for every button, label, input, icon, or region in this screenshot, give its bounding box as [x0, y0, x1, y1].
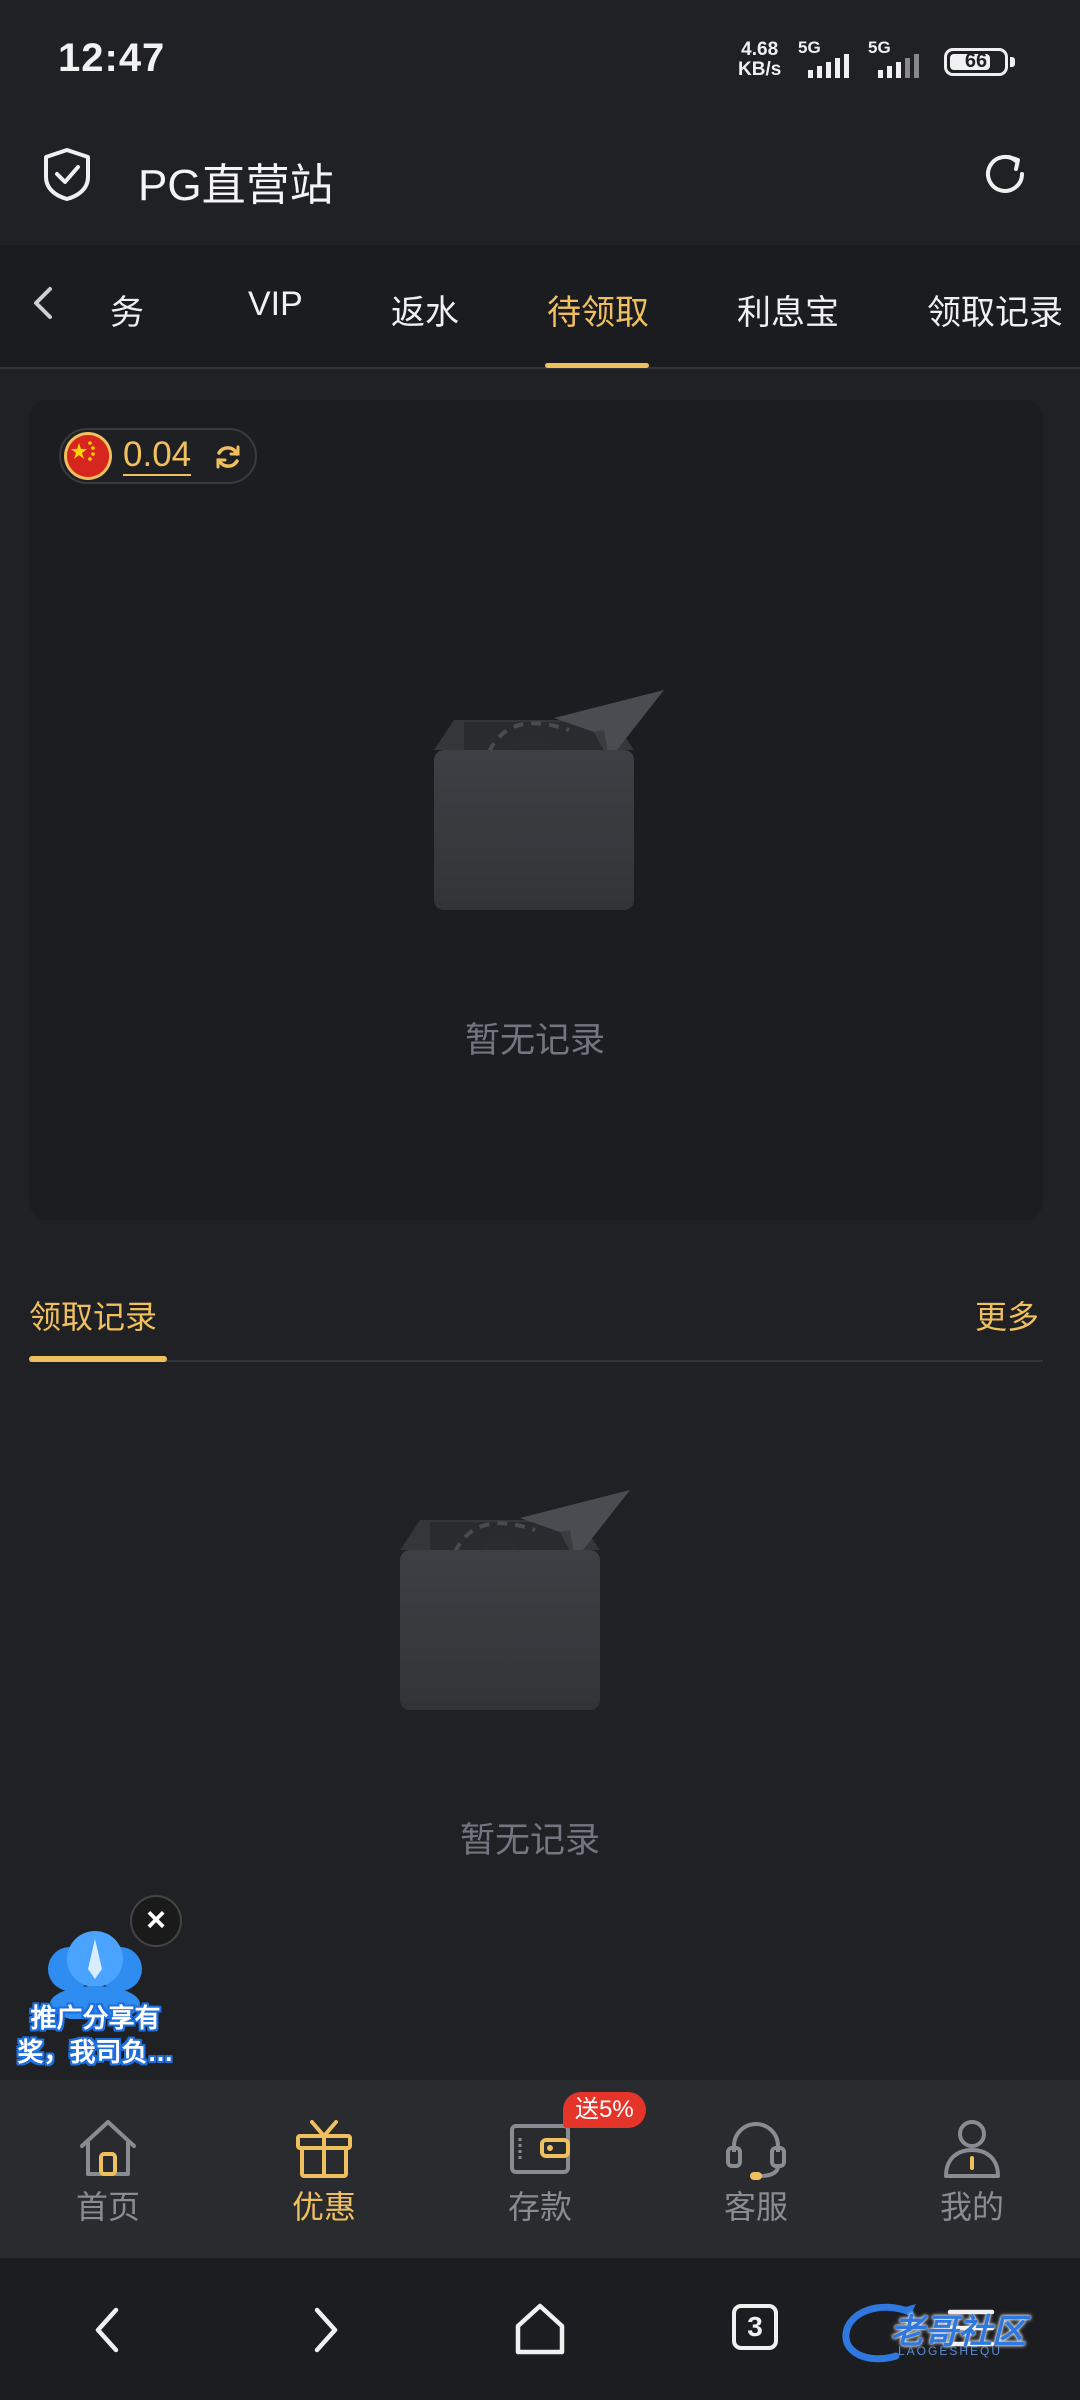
battery-icon: 66 [944, 48, 1015, 76]
chevron-left-icon[interactable] [24, 283, 64, 323]
floating-promo[interactable]: × 推广分享有 奖，我司负… [0, 1895, 190, 2075]
promo-text-line-2: 奖，我司负… [17, 2037, 174, 2067]
tab-interest[interactable]: 利息宝 [737, 285, 839, 334]
section-divider [29, 1360, 1043, 1362]
tab-vip[interactable]: VIP [248, 285, 303, 324]
balance-chip[interactable]: 0.04 [59, 428, 257, 484]
balance-value: 0.04 [123, 435, 192, 476]
promo-text-line-1: 推广分享有 [30, 2003, 161, 2033]
promo-text: 推广分享有 奖，我司负… [8, 2001, 183, 2069]
china-flag-icon [67, 435, 109, 477]
nav-home[interactable]: 首页 [0, 2080, 216, 2258]
watermark: 老哥社区 LAOGESHEQU [840, 2298, 1070, 2368]
tab-rebate[interactable]: 返水 [391, 285, 459, 334]
nav-support[interactable]: 客服 [648, 2080, 864, 2258]
pending-card: 0.04 暂无记录 [29, 400, 1043, 1220]
system-nav-bar: 3 老哥社区 LAOGESHEQU [0, 2258, 1080, 2400]
nav-profile[interactable]: 我的 [864, 2080, 1080, 2258]
deposit-bonus-badge: 送5% [563, 2092, 646, 2128]
gift-icon [296, 2120, 352, 2178]
signal-icon: 5G [798, 38, 868, 80]
more-link[interactable]: 更多 [975, 1292, 1039, 1338]
tab-claim-records[interactable]: 领取记录 [927, 285, 1063, 334]
tab-tasks[interactable]: 任务 [110, 285, 144, 334]
battery-level: 66 [964, 50, 988, 72]
bottom-nav: 首页 优惠 存款 客服 我的 [0, 2080, 1080, 2258]
empty-box-icon [434, 690, 664, 910]
network-speed-unit: KB/s [738, 59, 782, 80]
empty-state-text: 暂无记录 [464, 1021, 605, 1060]
tab-indicator [545, 363, 649, 368]
nav-promotions[interactable]: 优惠 [216, 2080, 432, 2258]
status-time: 12:47 [58, 36, 166, 80]
network-speed: 4.68 KB/s [738, 40, 781, 80]
signal-icon-2: 5G [868, 38, 938, 80]
watermark-subtext: LAOGESHEQU [898, 2344, 1003, 2358]
empty-box-icon-2 [400, 1490, 630, 1710]
tabs-count[interactable]: 3 [732, 2304, 778, 2350]
home-icon [80, 2120, 136, 2176]
user-icon [944, 2120, 1000, 2178]
home-button-icon[interactable] [510, 2300, 570, 2358]
nav-support-label: 客服 [723, 2189, 788, 2225]
back-icon[interactable] [88, 2304, 128, 2356]
refresh-icon[interactable] [978, 147, 1032, 201]
promo-tabs: 任务 VIP 返水 待领取 利息宝 领取记录 [0, 245, 1080, 369]
headset-icon [726, 2122, 786, 2180]
nav-profile-label: 我的 [939, 2189, 1004, 2225]
nav-promotions-label: 优惠 [291, 2189, 356, 2225]
nav-deposit-label: 存款 [507, 2189, 572, 2225]
tab-pending[interactable]: 待领取 [547, 285, 649, 334]
app-header: PG直营站 [0, 125, 1080, 245]
status-bar: 12:47 4.68 KB/s 5G 5G 66 [0, 0, 1080, 125]
nav-home-label: 首页 [75, 2189, 140, 2225]
network-speed-value: 4.68 [741, 39, 779, 60]
records-empty-text: 暂无记录 [459, 1821, 600, 1860]
page-title: PG直营站 [138, 161, 334, 210]
claim-records-title[interactable]: 领取记录 [29, 1292, 157, 1338]
section-indicator [29, 1356, 167, 1362]
forward-icon[interactable] [305, 2304, 345, 2356]
shield-icon[interactable] [38, 145, 96, 203]
refresh-balance-icon[interactable] [213, 442, 243, 472]
